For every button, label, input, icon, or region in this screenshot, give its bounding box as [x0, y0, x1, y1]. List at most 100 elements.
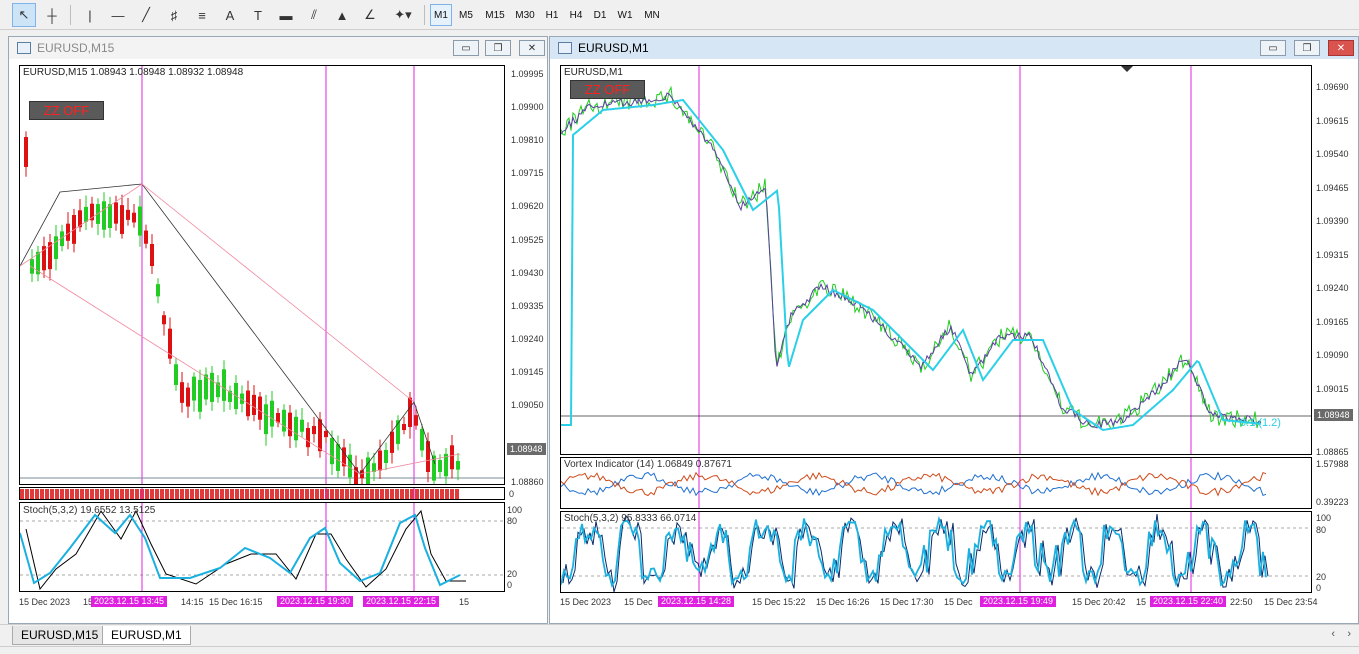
rectangle-icon[interactable]: ▬	[274, 3, 298, 27]
timeframe-button-m1[interactable]: M1	[430, 4, 452, 26]
price-chart-area[interactable]	[19, 65, 505, 485]
candle	[138, 195, 142, 247]
maximize-button[interactable]: ❐	[485, 40, 511, 56]
stoch-signal-line	[562, 513, 1269, 592]
histogram-bar	[35, 489, 39, 499]
stoch-level-label: 100	[507, 505, 523, 515]
timeframe-button-w1[interactable]: W1	[612, 4, 638, 26]
candle	[108, 196, 112, 238]
histogram-bar	[25, 489, 29, 499]
horizontal-line-icon[interactable]: —	[106, 3, 130, 27]
histogram-indicator-area[interactable]	[19, 487, 505, 500]
moving-average-line	[561, 98, 1262, 432]
histogram-bar	[175, 489, 179, 499]
window-title-bar[interactable]: EURUSD,M1	[550, 37, 1358, 59]
trendline-icon[interactable]: ╱	[134, 3, 158, 27]
histogram-bar	[295, 489, 299, 499]
triangle-icon[interactable]: ▲	[330, 3, 354, 27]
scroll-right-icon[interactable]: ›	[1347, 628, 1351, 640]
candle	[390, 420, 394, 464]
histogram-bar	[410, 489, 414, 499]
time-tick-label: 15 Dec 2023	[560, 597, 612, 607]
time-tick-label: 15 Dec	[624, 597, 653, 607]
crosshair-icon[interactable]: ┼	[40, 3, 64, 27]
channel-icon[interactable]: ♯	[162, 3, 186, 27]
candle	[24, 131, 28, 177]
candle	[252, 385, 256, 422]
minimize-button[interactable]: ▭	[453, 40, 479, 56]
histogram-bar	[245, 489, 249, 499]
candle	[42, 236, 46, 279]
timeframe-button-d1[interactable]: D1	[588, 4, 612, 26]
histogram-bar	[380, 489, 384, 499]
text-label-icon[interactable]: T	[246, 3, 270, 27]
chart-window-eurusd-m1: EURUSD,M1 ▭ ❐ ✕ EURUSD,M1 ZZ OFF 1.09690…	[549, 36, 1359, 624]
timeframe-button-mn[interactable]: MN	[638, 4, 666, 26]
cursor-icon[interactable]: ↖	[12, 3, 36, 27]
candle	[30, 249, 34, 283]
chart-window-eurusd-m15: EURUSD,M15 ▭ ❐ ✕ EURUSD,M15 1.08943 1.08…	[8, 36, 548, 624]
last-price-label: 1.08948	[1314, 409, 1353, 421]
timeframe-button-h1[interactable]: H1	[540, 4, 564, 26]
angle-icon[interactable]: ∠	[358, 3, 382, 27]
histogram-bar	[70, 489, 74, 499]
time-marker-label: 2023.12.15 19:30	[277, 596, 354, 607]
shapes-menu-icon[interactable]: ✦▾	[388, 3, 418, 27]
minimize-button[interactable]: ▭	[1260, 40, 1286, 56]
timeframe-button-m5[interactable]: M5	[452, 4, 480, 26]
zigzag-line	[20, 183, 436, 475]
histogram-bar	[170, 489, 174, 499]
time-tick-label: 15 Dec 2023	[19, 597, 71, 607]
candlestick-chart	[20, 66, 504, 484]
histogram-bar	[110, 489, 114, 499]
chart-tab[interactable]: EURUSD,M1	[102, 626, 191, 645]
time-tick-label: 22:50	[1230, 597, 1253, 607]
price-tick-label: 1.09390	[1316, 216, 1349, 226]
price-chart-area[interactable]	[560, 65, 1312, 455]
histogram-bar	[145, 489, 149, 499]
zz-toggle-button[interactable]: ZZ OFF	[570, 80, 645, 99]
chart-tab[interactable]: EURUSD,M15	[12, 626, 108, 645]
price-tick-label: 1.09090	[1316, 350, 1349, 360]
histogram-indicator	[20, 488, 459, 499]
candle	[264, 394, 268, 446]
fibonacci-level-label: 0.1 (1.2)	[1240, 417, 1281, 429]
candle	[312, 416, 316, 443]
price-line	[561, 85, 1262, 430]
vertical-line-icon[interactable]: |	[78, 3, 102, 27]
scroll-left-icon[interactable]: ‹	[1331, 628, 1335, 640]
zz-toggle-button[interactable]: ZZ OFF	[29, 101, 104, 120]
stoch-level-label: 100	[1316, 513, 1332, 523]
close-button[interactable]: ✕	[519, 40, 545, 56]
histogram-bar	[150, 489, 154, 499]
candle	[198, 369, 202, 420]
histogram-bar	[225, 489, 229, 499]
histogram-bar	[265, 489, 269, 499]
candle	[270, 390, 274, 438]
candle	[288, 405, 292, 449]
time-tick-label: 15 Dec 15:22	[752, 597, 806, 607]
candle	[450, 434, 454, 479]
timeframe-button-m15[interactable]: M15	[480, 4, 510, 26]
time-tick-label: 15 Dec	[944, 597, 973, 607]
histogram-bar	[130, 489, 134, 499]
price-tick-label: 1.09690	[1316, 82, 1349, 92]
timeframe-button-h4[interactable]: H4	[564, 4, 588, 26]
close-button[interactable]: ✕	[1328, 40, 1354, 56]
candle	[414, 406, 418, 430]
candle	[444, 448, 448, 484]
timeframe-button-m30[interactable]: M30	[510, 4, 540, 26]
fibonacci-icon[interactable]: ≡	[190, 3, 214, 27]
text-icon[interactable]: A	[218, 3, 242, 27]
maximize-button[interactable]: ❐	[1294, 40, 1320, 56]
histogram-bar	[45, 489, 49, 499]
histogram-bar	[390, 489, 394, 499]
candle	[102, 192, 106, 238]
candle	[228, 385, 232, 410]
histogram-bar	[355, 489, 359, 499]
gann-icon[interactable]: ⫽	[302, 3, 326, 27]
time-tick-label: 15 Dec 16:15	[209, 597, 263, 607]
histogram-bar	[200, 489, 204, 499]
candle	[246, 380, 250, 421]
candle	[84, 195, 88, 230]
